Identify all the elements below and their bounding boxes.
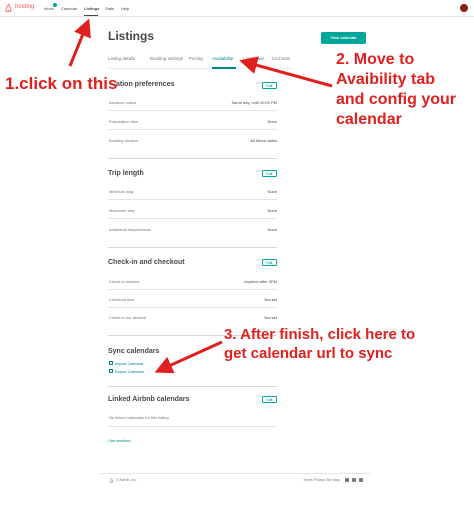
annotation-step-3-line: 3. After finish, click here to (224, 326, 416, 343)
divider (108, 307, 277, 308)
edit-reservation-button[interactable]: Edit (262, 82, 277, 89)
row-label: Advance notice (109, 100, 137, 105)
avatar[interactable] (460, 4, 468, 12)
annotation-step-2-line: Avaibility tab (336, 71, 435, 88)
row-value: Not set (264, 315, 277, 320)
arrow-to-export-calendar (154, 340, 223, 374)
divider (108, 129, 277, 130)
check-in-checkout-title: Check-in and checkout (108, 259, 185, 266)
row-value: None (267, 119, 277, 124)
brand-name[interactable]: hosting (15, 4, 34, 10)
footer-divider (100, 473, 370, 474)
row-label: Preparation time (109, 119, 139, 124)
facebook-icon[interactable] (345, 478, 349, 482)
view-calendar-button[interactable]: View calendar (321, 32, 366, 44)
nav-help[interactable]: Help (121, 6, 129, 11)
nav-calendar[interactable]: Calendar (61, 6, 77, 11)
tab-booking-settings[interactable]: Booking settings (150, 56, 183, 61)
nav-active-indicator (84, 15, 98, 16)
annotation-step-2-line: and config your (336, 91, 456, 108)
import-calendar-link[interactable]: Import Calendar (115, 361, 144, 366)
row-value: Anytime after 3PM (244, 279, 277, 284)
row-value: None (267, 227, 277, 232)
linked-calendars-title: Linked Airbnb calendars (108, 396, 190, 403)
reservation-preferences-title: ation preferences (116, 81, 175, 88)
row-label: Check-in not allowed (109, 315, 147, 320)
footer-copyright: © Airbnb, Inc. (116, 478, 138, 482)
row-label: Additional requirements (109, 227, 152, 232)
tab-co-hosts[interactable]: Co-hosts (272, 56, 290, 61)
annotation-step-1: 1.click on this (5, 74, 118, 93)
annotation-step-2: 2. Move to Avaibility tab and config you… (336, 50, 456, 130)
annotation-step-3: 3. After finish, click here to get calen… (224, 325, 415, 363)
annotation-step-2-line: calendar (336, 111, 402, 128)
divider (108, 426, 277, 427)
tab-availability[interactable]: Availability (212, 56, 233, 61)
tab-pricing[interactable]: Pricing (189, 56, 203, 61)
row-value: All future dates (250, 138, 277, 143)
instagram-icon[interactable] (359, 478, 363, 482)
row-value: None (267, 189, 277, 194)
section-divider (108, 247, 277, 248)
row-label: Check-in window (109, 279, 140, 284)
row-label: Minimum stay (109, 189, 134, 194)
sync-calendars-title: Sync calendars (108, 348, 160, 355)
give-feedback-link[interactable]: Give feedback (108, 439, 130, 443)
tab-active-indicator (212, 67, 236, 69)
divider (108, 289, 277, 290)
tab-listing-details[interactable]: Listing details (108, 56, 135, 61)
edit-trip-length-button[interactable]: Edit (262, 170, 277, 177)
edit-linked-calendars-button[interactable]: Edit (262, 396, 277, 403)
top-navigation: hosting Inbox Calendar Listings Stats He… (0, 0, 474, 17)
tab-local-laws[interactable]: Local laws (243, 56, 264, 61)
row-value: Not set (264, 297, 277, 302)
airbnb-logo-icon[interactable] (4, 3, 13, 13)
row-label: Checkout time (109, 297, 135, 302)
trip-length-title: Trip length (108, 170, 144, 177)
twitter-icon[interactable] (352, 478, 356, 482)
arrow-to-listings (68, 18, 91, 67)
nav-inbox[interactable]: Inbox (44, 6, 54, 11)
annotation-step-3-line: get calendar url to sync (224, 345, 393, 362)
row-label: Booking window (109, 138, 138, 143)
edit-check-in-button[interactable]: Edit (262, 259, 277, 266)
footer-links[interactable]: Terms Privacy Site Map (303, 478, 340, 482)
airbnb-footer-logo-icon (109, 478, 114, 483)
nav-listings[interactable]: Listings (84, 6, 99, 11)
section-divider (108, 158, 277, 159)
page-title: Listings (108, 29, 155, 43)
no-linked-calendars-text: No linked calendars for this listing (109, 415, 169, 420)
annotation-step-2-line: 2. Move to (336, 51, 415, 68)
row-label: Maximum stay (109, 208, 135, 213)
export-icon (109, 369, 113, 373)
divider (108, 110, 277, 111)
section-divider (108, 386, 277, 387)
inbox-badge (53, 3, 57, 7)
row-value: Same day, until 10:00 PM (231, 100, 277, 105)
divider (108, 218, 277, 219)
row-value: None (267, 208, 277, 213)
tabs-divider (108, 68, 294, 69)
divider (108, 199, 277, 200)
export-calendar-link[interactable]: Export Calendar (115, 369, 144, 374)
import-icon (109, 361, 113, 365)
arrow-to-availability-tab (239, 56, 333, 88)
nav-stats[interactable]: Stats (105, 6, 114, 11)
